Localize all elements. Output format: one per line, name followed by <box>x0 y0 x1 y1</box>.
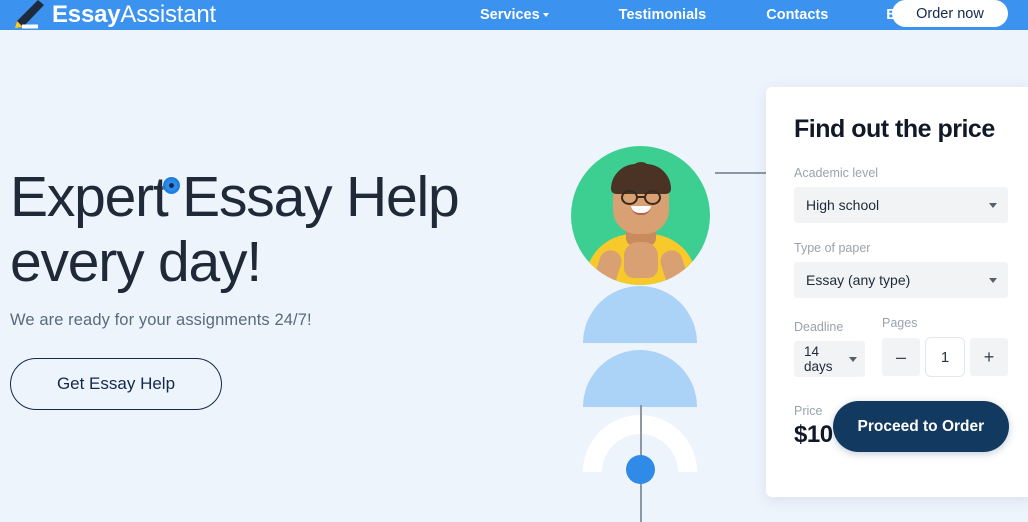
deadline-field: Deadline 14 days <box>794 320 865 377</box>
academic-level-select[interactable]: High school <box>794 187 1008 223</box>
pages-label: Pages <box>882 316 918 330</box>
hero-title-line-2: every day! <box>10 230 262 294</box>
page-root: EssayAssistant Services Testimonials Con… <box>0 0 1028 522</box>
price-label: Price <box>794 404 823 418</box>
avatar-hands <box>623 242 658 278</box>
chevron-down-icon <box>542 13 549 17</box>
cursor-indicator <box>163 177 180 194</box>
academic-level-value: High school <box>806 197 880 213</box>
price-card-title: Find out the price <box>794 115 995 143</box>
hero-illustration <box>540 80 780 522</box>
type-of-paper-select[interactable]: Essay (any type) <box>794 262 1008 298</box>
page-title: Expert Essay Help every day! <box>10 165 530 295</box>
pages-field: Pages – 1 + <box>882 316 1008 377</box>
pages-input[interactable]: 1 <box>925 337 965 377</box>
deadline-value: 14 days <box>804 344 833 374</box>
chevron-down-icon <box>989 278 997 283</box>
pages-increment-button[interactable]: + <box>970 338 1008 376</box>
brand-name: EssayAssistant <box>52 3 216 27</box>
brand-name-bold: Essay <box>52 1 121 28</box>
pencil-icon <box>8 0 46 30</box>
brand-name-light: Assistant <box>120 1 216 28</box>
nav-item-services-label: Services <box>480 7 540 23</box>
avatar-glasses-bridge <box>637 196 644 198</box>
decorative-dome-1 <box>583 286 697 343</box>
nav-links: Services Testimonials Contacts Blog <box>480 0 919 30</box>
get-essay-help-button[interactable]: Get Essay Help <box>10 358 222 410</box>
chevron-down-icon <box>989 203 997 208</box>
deadline-select[interactable]: 14 days <box>794 341 865 377</box>
brand-logo[interactable]: EssayAssistant <box>8 0 216 30</box>
deadline-and-pages-row: Deadline 14 days Pages – 1 + <box>794 316 1008 377</box>
nav-item-contacts[interactable]: Contacts <box>766 7 828 23</box>
nav-item-services[interactable]: Services <box>480 7 549 23</box>
academic-level-field: Academic level High school <box>794 166 1008 223</box>
decorative-blue-dot <box>626 455 655 484</box>
price-value: $10 <box>794 421 833 448</box>
deadline-label: Deadline <box>794 320 844 334</box>
price-block: Price $10 <box>794 404 833 449</box>
order-now-button[interactable]: Order now <box>892 0 1008 27</box>
type-of-paper-value: Essay (any type) <box>806 272 911 288</box>
proceed-to-order-button[interactable]: Proceed to Order <box>832 401 1010 452</box>
hero-subtitle: We are ready for your assignments 24/7! <box>10 311 312 329</box>
type-of-paper-field: Type of paper Essay (any type) <box>794 241 1008 298</box>
avatar-glasses-left <box>620 190 638 205</box>
connector-line <box>715 172 766 174</box>
top-navigation-bar: EssayAssistant Services Testimonials Con… <box>0 0 1028 30</box>
chevron-down-icon <box>849 357 857 362</box>
hero-section: Expert Essay Help every day! We are ready… <box>10 165 530 410</box>
quantity-stepper: – 1 + <box>882 337 1008 377</box>
nav-item-testimonials[interactable]: Testimonials <box>619 7 707 23</box>
avatar-glasses-right <box>643 190 661 205</box>
price-and-submit-row: Price $10 Proceed to Order <box>794 401 1010 452</box>
price-calculator-card: Find out the price Academic level High s… <box>766 87 1028 497</box>
hero-title-line-1: Expert Essay Help <box>10 165 460 229</box>
type-of-paper-label: Type of paper <box>794 241 871 255</box>
academic-level-label: Academic level <box>794 166 879 180</box>
avatar <box>571 146 710 285</box>
decorative-dome-2 <box>583 350 697 407</box>
pages-decrement-button[interactable]: – <box>882 338 920 376</box>
